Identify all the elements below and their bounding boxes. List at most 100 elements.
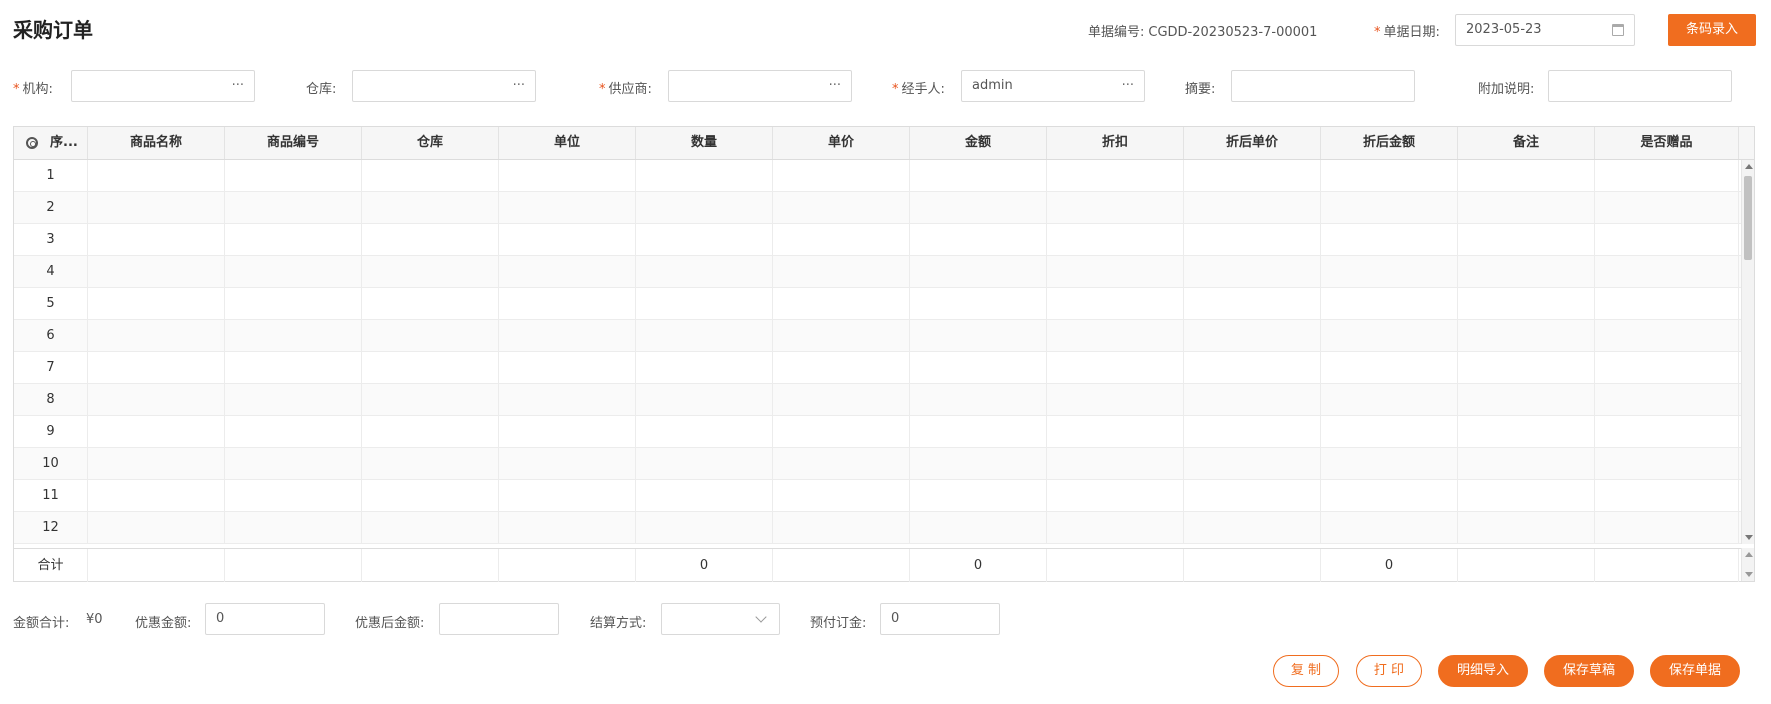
discount-input[interactable]: 0 <box>205 603 325 635</box>
column-header[interactable]: 折扣 <box>1047 127 1184 159</box>
table-cell[interactable] <box>1458 288 1595 319</box>
table-row[interactable]: 1 <box>14 160 1741 192</box>
table-cell[interactable] <box>88 384 225 415</box>
table-cell[interactable] <box>1458 384 1595 415</box>
table-cell[interactable] <box>88 256 225 287</box>
table-cell[interactable] <box>88 352 225 383</box>
table-cell[interactable] <box>1595 384 1739 415</box>
table-cell[interactable] <box>499 192 636 223</box>
table-cell[interactable] <box>1184 224 1321 255</box>
table-cell[interactable] <box>1321 320 1458 351</box>
table-cell[interactable] <box>773 256 910 287</box>
column-header[interactable]: 金额 <box>910 127 1047 159</box>
table-cell[interactable] <box>499 480 636 511</box>
table-cell[interactable] <box>88 192 225 223</box>
table-cell[interactable] <box>1184 448 1321 479</box>
table-cell[interactable] <box>225 512 362 543</box>
table-cell[interactable] <box>225 160 362 191</box>
table-cell[interactable] <box>636 480 773 511</box>
table-cell[interactable] <box>1184 480 1321 511</box>
table-cell[interactable] <box>1047 224 1184 255</box>
table-cell[interactable] <box>910 320 1047 351</box>
table-cell[interactable] <box>636 512 773 543</box>
column-header[interactable]: 商品编号 <box>225 127 362 159</box>
table-cell[interactable] <box>88 416 225 447</box>
table-cell[interactable] <box>1184 160 1321 191</box>
table-cell[interactable] <box>1321 480 1458 511</box>
table-cell[interactable] <box>1458 448 1595 479</box>
table-cell[interactable] <box>225 256 362 287</box>
table-cell[interactable] <box>1321 512 1458 543</box>
scroll-up-icon[interactable] <box>1745 164 1753 169</box>
table-cell[interactable] <box>1595 480 1739 511</box>
column-header[interactable]: 折后单价 <box>1184 127 1321 159</box>
table-cell[interactable] <box>499 448 636 479</box>
table-cell[interactable] <box>225 192 362 223</box>
scrollbar-thumb[interactable] <box>1744 176 1752 260</box>
save-document-button[interactable]: 保存单据 <box>1650 655 1740 687</box>
table-cell[interactable] <box>1047 480 1184 511</box>
footer-scrollbar[interactable] <box>1741 548 1754 581</box>
table-cell[interactable] <box>1595 192 1739 223</box>
supplier-selector[interactable]: ··· <box>668 70 852 102</box>
column-header[interactable]: 单位 <box>499 127 636 159</box>
table-cell[interactable] <box>1047 192 1184 223</box>
table-cell[interactable] <box>1458 320 1595 351</box>
table-cell[interactable] <box>1458 512 1595 543</box>
table-cell[interactable] <box>1321 352 1458 383</box>
column-header[interactable]: 折后金额 <box>1321 127 1458 159</box>
column-header[interactable]: 仓库 <box>362 127 499 159</box>
table-cell[interactable] <box>910 224 1047 255</box>
after-discount-input[interactable] <box>439 603 559 635</box>
extra-input[interactable] <box>1548 70 1732 102</box>
table-cell[interactable] <box>773 224 910 255</box>
table-cell[interactable] <box>88 320 225 351</box>
table-cell[interactable] <box>499 256 636 287</box>
table-row[interactable]: 6 <box>14 320 1741 352</box>
gear-icon[interactable] <box>26 137 38 149</box>
table-cell[interactable] <box>1047 416 1184 447</box>
handler-selector[interactable]: admin ··· <box>961 70 1145 102</box>
table-cell[interactable] <box>910 352 1047 383</box>
table-row[interactable]: 8 <box>14 384 1741 416</box>
table-cell[interactable] <box>1458 480 1595 511</box>
column-header[interactable]: 商品名称 <box>88 127 225 159</box>
table-cell[interactable] <box>1595 224 1739 255</box>
table-cell[interactable] <box>910 160 1047 191</box>
table-cell[interactable] <box>1184 416 1321 447</box>
table-row[interactable]: 11 <box>14 480 1741 512</box>
table-cell[interactable] <box>1595 448 1739 479</box>
table-cell[interactable] <box>225 384 362 415</box>
table-cell[interactable] <box>499 320 636 351</box>
table-cell[interactable] <box>88 160 225 191</box>
table-cell[interactable] <box>910 480 1047 511</box>
table-cell[interactable] <box>362 352 499 383</box>
doc-date-picker[interactable]: 2023-05-23 <box>1455 14 1635 46</box>
table-cell[interactable] <box>910 384 1047 415</box>
table-cell[interactable] <box>1184 352 1321 383</box>
table-cell[interactable] <box>773 352 910 383</box>
table-cell[interactable] <box>1047 448 1184 479</box>
column-header[interactable]: 单价 <box>773 127 910 159</box>
table-cell[interactable] <box>773 512 910 543</box>
table-cell[interactable] <box>1458 416 1595 447</box>
column-header[interactable]: 是否赠品 <box>1595 127 1739 159</box>
table-cell[interactable] <box>1047 512 1184 543</box>
table-cell[interactable] <box>910 192 1047 223</box>
table-cell[interactable] <box>88 512 225 543</box>
table-row[interactable]: 12 <box>14 512 1741 544</box>
table-cell[interactable] <box>362 448 499 479</box>
table-row[interactable]: 4 <box>14 256 1741 288</box>
scroll-down-icon[interactable] <box>1745 535 1753 540</box>
column-header[interactable]: 数量 <box>636 127 773 159</box>
table-cell[interactable] <box>1595 160 1739 191</box>
table-row[interactable]: 7 <box>14 352 1741 384</box>
table-cell[interactable] <box>1595 288 1739 319</box>
org-selector[interactable]: ··· <box>71 70 255 102</box>
table-cell[interactable] <box>636 224 773 255</box>
table-row[interactable]: 5 <box>14 288 1741 320</box>
table-cell[interactable] <box>499 512 636 543</box>
table-cell[interactable] <box>910 512 1047 543</box>
scroll-up-icon[interactable] <box>1745 552 1753 557</box>
table-cell[interactable] <box>225 320 362 351</box>
